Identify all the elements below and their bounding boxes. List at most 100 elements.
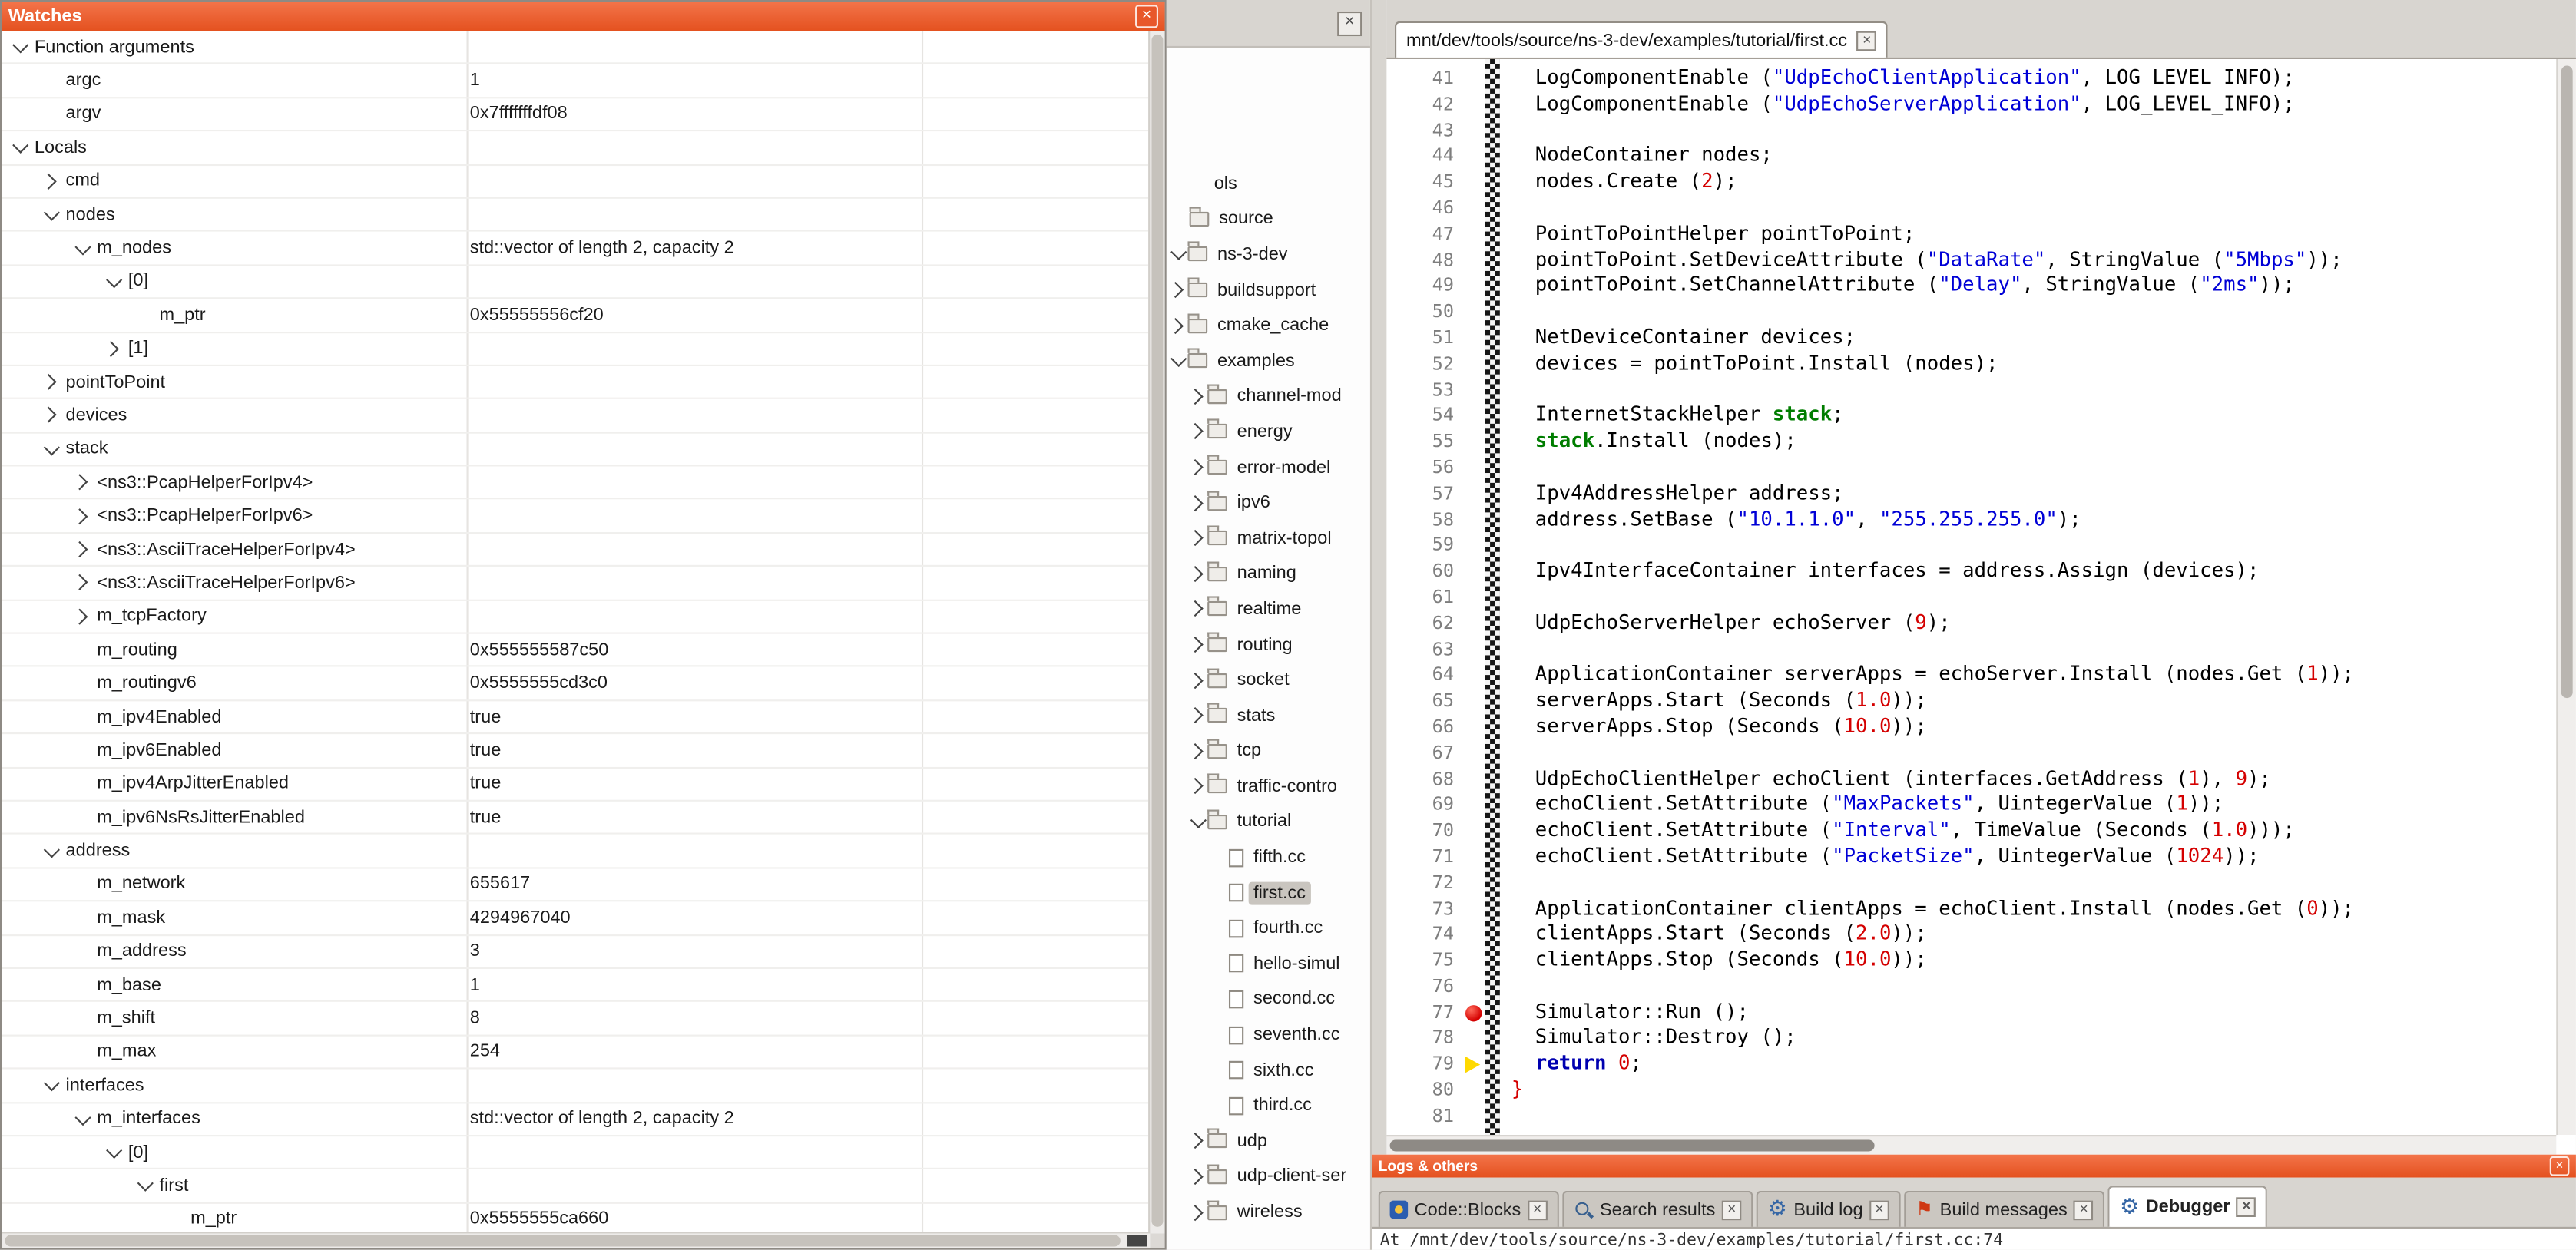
tree-item[interactable]: tutorial bbox=[1167, 804, 1370, 839]
code-line[interactable]: NodeContainer nodes; bbox=[1511, 144, 2556, 170]
watch-row[interactable]: m_mask4294967040 bbox=[2, 902, 1148, 936]
watch-row[interactable]: m_base1 bbox=[2, 969, 1148, 1003]
line-number[interactable]: 46 bbox=[1386, 196, 1462, 222]
chevron-down-icon[interactable] bbox=[74, 1109, 92, 1128]
marker-slot[interactable] bbox=[1462, 66, 1485, 92]
watch-row[interactable]: [1] bbox=[2, 332, 1148, 366]
tree-item[interactable]: energy bbox=[1167, 414, 1370, 449]
watches-titlebar[interactable]: Watches × bbox=[2, 2, 1164, 31]
marker-slot[interactable] bbox=[1462, 922, 1485, 948]
marker-slot[interactable] bbox=[1462, 351, 1485, 377]
code-line[interactable]: pointToPoint.SetChannelAttribute ("Delay… bbox=[1511, 273, 2556, 299]
chevron-down-icon[interactable] bbox=[137, 1177, 155, 1195]
watch-row[interactable]: interfaces bbox=[2, 1070, 1148, 1103]
marker-slot[interactable] bbox=[1462, 299, 1485, 326]
tab-close-icon[interactable]: × bbox=[2074, 1200, 2094, 1220]
management-close-icon[interactable]: × bbox=[1337, 12, 1362, 36]
tree-item[interactable]: buildsupport bbox=[1167, 273, 1370, 308]
chevron-right-icon[interactable] bbox=[74, 607, 92, 626]
chevron-right-icon[interactable] bbox=[74, 507, 92, 525]
line-number[interactable]: 62 bbox=[1386, 610, 1462, 637]
code-line[interactable]: UdpEchoServerHelper echoServer (9); bbox=[1511, 610, 2556, 637]
code-line[interactable]: clientApps.Start (Seconds (2.0)); bbox=[1511, 922, 2556, 948]
watches-resize-grip[interactable] bbox=[1127, 1235, 1147, 1247]
chevron-right-icon[interactable] bbox=[1190, 494, 1208, 512]
code-line[interactable]: LogComponentEnable ("UdpEchoServerApplic… bbox=[1511, 91, 2556, 117]
code-line[interactable]: UdpEchoClientHelper echoClient (interfac… bbox=[1511, 766, 2556, 792]
code-line[interactable]: pointToPoint.SetDeviceAttribute ("DataRa… bbox=[1511, 247, 2556, 273]
marker-slot[interactable] bbox=[1462, 455, 1485, 481]
tab-close-icon[interactable]: × bbox=[1722, 1200, 1742, 1220]
watch-row[interactable]: devices bbox=[2, 399, 1148, 433]
tree-item[interactable]: hello-simul bbox=[1167, 946, 1370, 981]
code-line[interactable] bbox=[1511, 533, 2556, 559]
tree-item[interactable]: naming bbox=[1167, 556, 1370, 591]
marker-slot[interactable] bbox=[1462, 481, 1485, 507]
line-number[interactable]: 49 bbox=[1386, 273, 1462, 299]
line-number[interactable]: 45 bbox=[1386, 170, 1462, 196]
code-line[interactable] bbox=[1511, 584, 2556, 610]
chevron-right-icon[interactable] bbox=[1190, 1203, 1208, 1222]
marker-slot[interactable] bbox=[1462, 870, 1485, 896]
marker-slot[interactable] bbox=[1462, 610, 1485, 637]
tree-item[interactable]: ipv6 bbox=[1167, 485, 1370, 521]
chevron-right-icon[interactable] bbox=[1190, 671, 1208, 689]
line-number[interactable]: 47 bbox=[1386, 221, 1462, 247]
watch-row[interactable]: Locals bbox=[2, 131, 1148, 165]
marker-slot[interactable] bbox=[1462, 559, 1485, 585]
line-number[interactable]: 76 bbox=[1386, 974, 1462, 1000]
editor-horizontal-scrollbar[interactable] bbox=[1386, 1135, 2556, 1155]
line-number[interactable]: 59 bbox=[1386, 533, 1462, 559]
line-number[interactable]: 75 bbox=[1386, 947, 1462, 974]
code-line[interactable]: Simulator::Destroy (); bbox=[1511, 1026, 2556, 1052]
code-line[interactable]: Ipv4InterfaceContainer interfaces = addr… bbox=[1511, 559, 2556, 585]
marker-slot[interactable] bbox=[1462, 1077, 1485, 1103]
code-line[interactable] bbox=[1511, 974, 2556, 1000]
logs-tab-debugger[interactable]: ⚙Debugger× bbox=[2108, 1186, 2267, 1226]
marker-slot[interactable] bbox=[1462, 766, 1485, 792]
editor-vertical-scrollbar[interactable] bbox=[2556, 59, 2576, 1135]
line-number[interactable]: 73 bbox=[1386, 896, 1462, 922]
panel-splitter[interactable] bbox=[1372, 0, 1386, 1155]
tree-item[interactable]: wireless bbox=[1167, 1195, 1370, 1230]
logs-tab-build-log[interactable]: ⚙Build log× bbox=[1757, 1191, 1901, 1227]
line-number[interactable]: 52 bbox=[1386, 351, 1462, 377]
marker-slot[interactable] bbox=[1462, 533, 1485, 559]
marker-slot[interactable] bbox=[1462, 1000, 1485, 1026]
code-line[interactable] bbox=[1511, 196, 2556, 222]
marker-slot[interactable] bbox=[1462, 818, 1485, 844]
watch-row[interactable]: <ns3::PcapHelperForIpv6> bbox=[2, 500, 1148, 534]
logs-tab-build-messages[interactable]: ⚑Build messages× bbox=[1904, 1191, 2105, 1227]
marker-slot[interactable] bbox=[1462, 170, 1485, 196]
line-number[interactable]: 79 bbox=[1386, 1052, 1462, 1078]
line-number[interactable]: 69 bbox=[1386, 792, 1462, 818]
chevron-down-icon[interactable] bbox=[1190, 813, 1208, 832]
code-line[interactable]: ApplicationContainer clientApps = echoCl… bbox=[1511, 896, 2556, 922]
code-line[interactable]: PointToPointHelper pointToPoint; bbox=[1511, 221, 2556, 247]
code-line[interactable] bbox=[1511, 455, 2556, 481]
code-line[interactable]: echoClient.SetAttribute ("Interval", Tim… bbox=[1511, 818, 2556, 844]
line-number-gutter[interactable]: 4142434445464748495051525354555657585960… bbox=[1386, 59, 1462, 1135]
tree-item[interactable]: third.cc bbox=[1167, 1088, 1370, 1123]
watch-row[interactable]: first bbox=[2, 1170, 1148, 1204]
code-line[interactable]: return 0; bbox=[1511, 1052, 2556, 1078]
chevron-right-icon[interactable] bbox=[1190, 1132, 1208, 1150]
watch-row[interactable]: m_ipv6NsRsJitterEnabledtrue bbox=[2, 802, 1148, 835]
chevron-down-icon[interactable] bbox=[43, 206, 61, 224]
marker-slot[interactable] bbox=[1462, 273, 1485, 299]
code-line[interactable]: Simulator::Run (); bbox=[1511, 1000, 2556, 1026]
line-number[interactable]: 60 bbox=[1386, 559, 1462, 585]
chevron-right-icon[interactable] bbox=[43, 406, 61, 425]
line-number[interactable]: 72 bbox=[1386, 870, 1462, 896]
chevron-right-icon[interactable] bbox=[1190, 778, 1208, 796]
tree-item[interactable]: udp bbox=[1167, 1123, 1370, 1159]
chevron-right-icon[interactable] bbox=[74, 474, 92, 492]
marker-slot[interactable] bbox=[1462, 637, 1485, 663]
watch-row[interactable]: nodes bbox=[2, 199, 1148, 233]
watches-horizontal-scrollbar-thumb[interactable] bbox=[5, 1235, 1120, 1247]
code-line[interactable]: stack.Install (nodes); bbox=[1511, 429, 2556, 455]
tree-item[interactable]: sixth.cc bbox=[1167, 1053, 1370, 1088]
marker-slot[interactable] bbox=[1462, 325, 1485, 351]
chevron-right-icon[interactable] bbox=[1190, 388, 1208, 406]
code-line[interactable] bbox=[1511, 870, 2556, 896]
